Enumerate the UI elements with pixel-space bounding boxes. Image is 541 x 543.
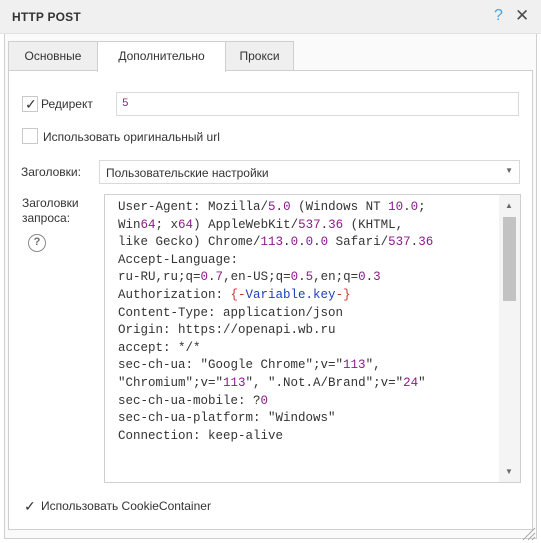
original-url-checkbox[interactable] <box>22 128 38 144</box>
headers-select-value: Пользовательские настройки <box>106 166 269 180</box>
request-headers-textarea[interactable]: User-Agent: Mozilla/5.0 (Windows NT 10.0… <box>104 194 521 483</box>
header-line: sec-ch-ua-mobile: ?0 <box>118 393 269 408</box>
tab-basic[interactable]: Основные <box>8 41 98 71</box>
original-url-label[interactable]: Использовать оригинальный url <box>43 130 220 144</box>
headers-label: Заголовки: <box>21 165 81 179</box>
header-line: ru-RU,ru;q=0.7,en-US;q=0.5,en;q=0.3 <box>118 270 381 285</box>
header-line: "Chromium";v="113", ".Not.A/Brand";v="24… <box>118 375 426 390</box>
headers-select[interactable]: Пользовательские настройки ▼ <box>99 160 520 184</box>
title-bar: HTTP POST ? ✕ <box>0 0 541 34</box>
redirect-count-input[interactable]: 5 <box>116 92 519 116</box>
header-line: User-Agent: Mozilla/5.0 (Windows NT 10.0… <box>118 200 426 214</box>
redirect-label[interactable]: Редирект <box>41 97 93 111</box>
help-icon[interactable]: ? <box>494 6 503 26</box>
question-icon[interactable]: ? <box>28 234 46 252</box>
window-title: HTTP POST <box>12 10 81 24</box>
resize-grip-icon[interactable] <box>520 525 536 541</box>
scroll-up-icon[interactable]: ▲ <box>505 201 513 210</box>
tab-proxy[interactable]: Прокси <box>225 41 294 71</box>
close-icon[interactable]: ✕ <box>515 6 529 26</box>
header-line: Connection: keep-alive <box>118 428 284 443</box>
header-line: sec-ch-ua-platform: "Windows" <box>118 411 336 426</box>
header-line: Content-Type: application/json <box>118 305 344 320</box>
tab-advanced[interactable]: Дополнительно <box>97 41 226 72</box>
header-line: Accept-Language: <box>118 252 239 267</box>
header-line: accept: */* <box>118 340 201 355</box>
check-icon: ✓ <box>25 96 37 112</box>
vertical-scrollbar[interactable]: ▲ ▼ <box>499 195 520 482</box>
scroll-down-icon[interactable]: ▼ <box>505 467 513 476</box>
header-line: Win64; x64) AppleWebKit/537.36 (KHTML, <box>118 217 404 232</box>
header-line: Authorization: {-Variable.key-} <box>118 287 351 302</box>
request-headers-text: User-Agent: Mozilla/5.0 (Windows NT 10.0… <box>118 199 498 445</box>
scroll-thumb[interactable] <box>503 217 516 301</box>
cookie-container-label[interactable]: Использовать CookieContainer <box>41 499 211 513</box>
chevron-down-icon: ▼ <box>505 166 513 175</box>
request-headers-label: Заголовки запроса: <box>22 196 79 225</box>
cookie-container-check-icon[interactable]: ✓ <box>24 497 36 515</box>
redirect-checkbox[interactable]: ✓ <box>22 96 38 112</box>
header-line: sec-ch-ua: "Google Chrome";v="113", <box>118 358 381 373</box>
header-line: Origin: https://openapi.wb.ru <box>118 323 336 338</box>
header-line: like Gecko) Chrome/113.0.0.0 Safari/537.… <box>118 235 434 250</box>
